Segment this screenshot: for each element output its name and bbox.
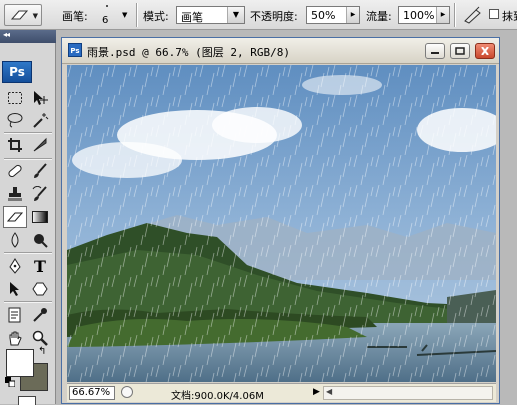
text-tool-glyph: T [34,256,46,276]
chevron-down-icon: ▼ [227,7,244,23]
flow-field[interactable]: 100% ▶ [398,6,450,24]
chevron-down-icon: ▼ [32,12,38,20]
pen-icon [9,258,21,274]
swap-colors-icon[interactable]: ↰ [38,346,46,357]
flow-value: 100% [403,9,435,22]
lasso-tool[interactable] [3,109,27,131]
eyedropper-tool[interactable] [28,304,52,326]
mode-select[interactable]: 画笔 ▼ [176,6,245,24]
foreground-color-swatch[interactable] [6,349,34,377]
clone-stamp-tool[interactable] [3,183,27,205]
status-icon[interactable] [121,386,133,398]
eyedropper-icon [33,308,47,322]
scroll-left-icon[interactable]: ◀ [326,387,332,396]
brush-tip-icon [106,5,108,7]
mode-label: 模式: [143,10,169,23]
slice-tool[interactable] [28,134,52,156]
ps-logo[interactable]: Ps [2,61,32,83]
magic-wand-icon [33,113,49,128]
move-icon [34,91,48,105]
horizontal-scrollbar[interactable]: ◀ [323,386,493,400]
flow-label: 流量: [366,10,392,23]
dodge-tool[interactable] [28,229,52,251]
history-brush-icon [32,186,47,201]
minimize-icon [431,52,439,54]
stamp-icon [8,187,22,201]
image-canvas[interactable] [67,65,496,382]
close-button[interactable] [475,43,495,59]
opacity-label: 不透明度: [250,10,298,23]
brush-icon [34,163,47,178]
bandage-icon [8,164,22,178]
minimize-button[interactable] [425,43,445,59]
zoom-icon [32,330,48,346]
brush-preset-picker[interactable]: 6 ▼ [92,3,132,27]
divider [4,252,52,254]
gradient-tool[interactable] [28,206,52,228]
notes-icon [8,307,21,323]
crop-icon [8,138,22,152]
eraser-icon [10,10,29,20]
move-tool[interactable] [28,87,52,109]
path-selection-tool[interactable] [3,255,27,277]
type-tool[interactable]: T [28,255,52,277]
maximize-button[interactable] [450,43,470,59]
rect-marquee-icon [8,92,22,104]
tool-preset-picker[interactable]: ▼ [4,4,42,26]
shape-tool[interactable] [28,278,52,300]
document-titlebar[interactable]: Ps 雨景.psd @ 66.7% (图层 2, RGB/8) [62,38,499,64]
options-bar: ▼ 画笔: 6 ▼ 模式: 画笔 ▼ 不透明度: 50% ▶ 流量: 100% … [0,0,517,30]
zoom-field[interactable]: 66.67% [69,386,115,400]
lasso-icon [7,113,23,128]
hexagon-icon [32,282,48,296]
document-window: Ps 雨景.psd @ 66.7% (图层 2, RGB/8) 66.67% 文… [61,37,500,404]
divider [4,301,52,303]
document-title: 雨景.psd @ 66.7% (图层 2, RGB/8) [87,46,290,59]
dodge-icon [34,234,48,248]
close-icon [481,47,489,55]
chevron-right-icon[interactable]: ▶ [346,7,359,23]
brush-tool[interactable] [28,160,52,182]
document-info: 文档:900.0K/4.06M [171,391,264,402]
brush-label: 画笔: [62,10,88,23]
hand-icon [9,331,22,346]
divider [454,3,456,27]
collapse-label: ◂◂ [3,30,10,39]
notes-tool[interactable] [3,304,27,326]
toolbox: ◂◂ Ps T ↰ [0,30,56,404]
eraser-icon [6,212,24,222]
brush-size: 6 [102,15,109,26]
chevron-right-icon[interactable]: ▶ [436,7,449,23]
maximize-icon [455,47,465,55]
hand-tool[interactable] [3,327,27,349]
history-brush-tool[interactable] [28,183,52,205]
blur-tool[interactable] [3,229,27,251]
opacity-field[interactable]: 50% ▶ [306,6,360,24]
divider [136,3,138,27]
marquee-tool[interactable] [3,87,27,109]
default-colors-icon[interactable] [5,377,15,387]
drop-icon [11,232,19,248]
status-menu-arrow-icon[interactable]: ▶ [313,387,320,397]
ps-document-icon: Ps [68,43,82,57]
arrow-icon [10,282,19,296]
erase-to-history-label: 抹到 [502,10,517,23]
mode-value: 画笔 [181,11,203,24]
chevron-down-icon: ▼ [122,11,128,19]
slice-icon [33,137,47,152]
magic-wand-tool[interactable] [28,109,52,131]
erase-to-history-checkbox[interactable] [489,9,499,19]
crop-tool[interactable] [3,134,27,156]
healing-brush-tool[interactable] [3,160,27,182]
rain-landscape-image [67,65,496,382]
airbrush-icon[interactable] [462,6,484,24]
opacity-value: 50% [311,9,336,22]
direct-selection-tool[interactable] [3,278,27,300]
eraser-tool[interactable] [3,206,27,228]
gradient-icon [32,211,48,223]
status-bar: 66.67% 文档:900.0K/4.06M ▶ ◀ [67,383,496,402]
toolbox-header[interactable]: ◂◂ [0,30,56,43]
